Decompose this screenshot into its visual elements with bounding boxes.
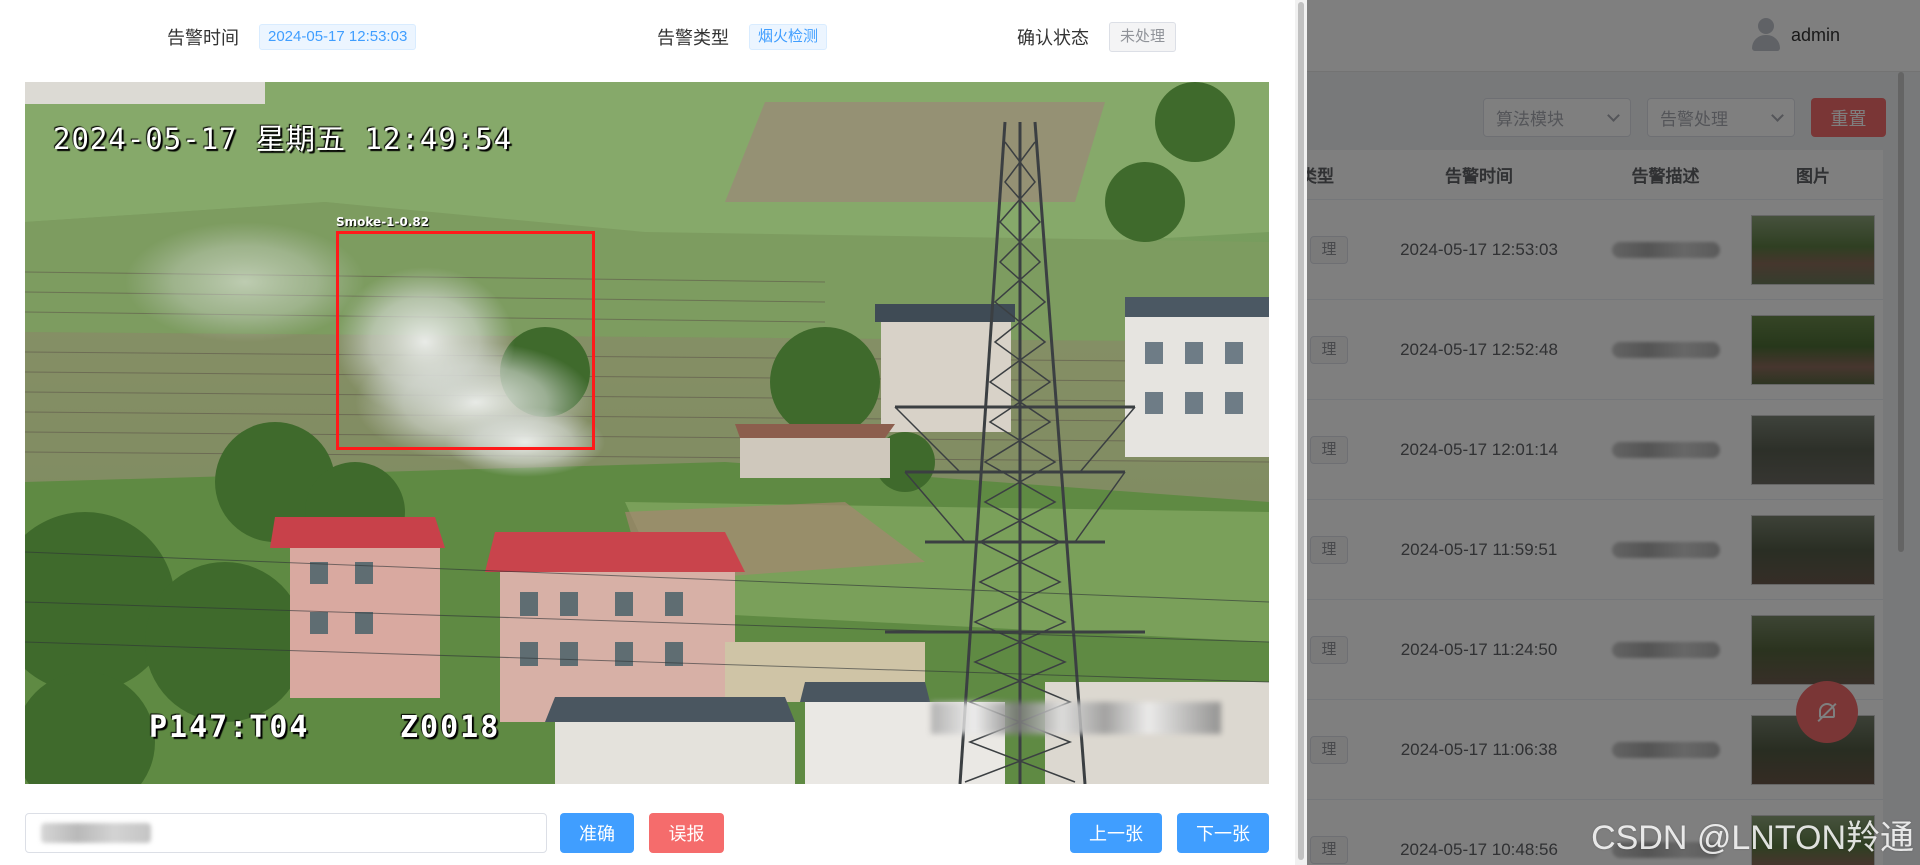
accurate-button[interactable]: 准确 <box>560 813 634 853</box>
alarm-type-field: 告警类型 烟火检测 <box>657 24 828 50</box>
alarm-time-tag: 2024-05-17 12:53:03 <box>259 24 417 50</box>
alarm-snapshot: 2024-05-17 星期五 12:49:54 P147:T04 Z0018 S… <box>25 82 1269 784</box>
surveillance-scene-image <box>25 82 1269 784</box>
redacted-remark-text <box>41 823 151 843</box>
alarm-type-label: 告警类型 <box>657 28 729 48</box>
alarm-type-tag: 烟火检测 <box>749 24 828 50</box>
smoke-detection-box <box>336 231 595 450</box>
alarm-info-bar: 告警时间 2024-05-17 12:53:03 告警类型 烟火检测 确认状态 … <box>0 0 1295 78</box>
confirm-status-tag: 未处理 <box>1109 22 1177 52</box>
osd-camera-id: P147:T04 <box>149 710 310 745</box>
false-alarm-button[interactable]: 误报 <box>649 813 724 853</box>
redacted-osd-text <box>931 702 1221 734</box>
confirm-status-field: 确认状态 未处理 <box>1017 22 1177 52</box>
alarm-detail-dialog: 告警时间 2024-05-17 12:53:03 告警类型 烟火检测 确认状态 … <box>0 0 1295 865</box>
watermark-text: CSDN @LNTON羚通 <box>1591 819 1914 857</box>
confirm-status-label: 确认状态 <box>1017 28 1089 48</box>
next-image-button[interactable]: 下一张 <box>1177 813 1269 853</box>
alarm-time-field: 告警时间 2024-05-17 12:53:03 <box>167 24 417 50</box>
detection-label: Smoke-1-0.82 <box>336 215 430 229</box>
dialog-scrollbar[interactable] <box>1295 0 1307 865</box>
alarm-time-label: 告警时间 <box>167 28 239 48</box>
osd-datetime-overlay: 2024-05-17 星期五 12:49:54 <box>53 122 513 156</box>
dialog-action-bar: 准确 误报 上一张 下一张 <box>0 790 1295 865</box>
prev-image-button[interactable]: 上一张 <box>1070 813 1162 853</box>
osd-camera-code: Z0018 <box>400 710 501 745</box>
